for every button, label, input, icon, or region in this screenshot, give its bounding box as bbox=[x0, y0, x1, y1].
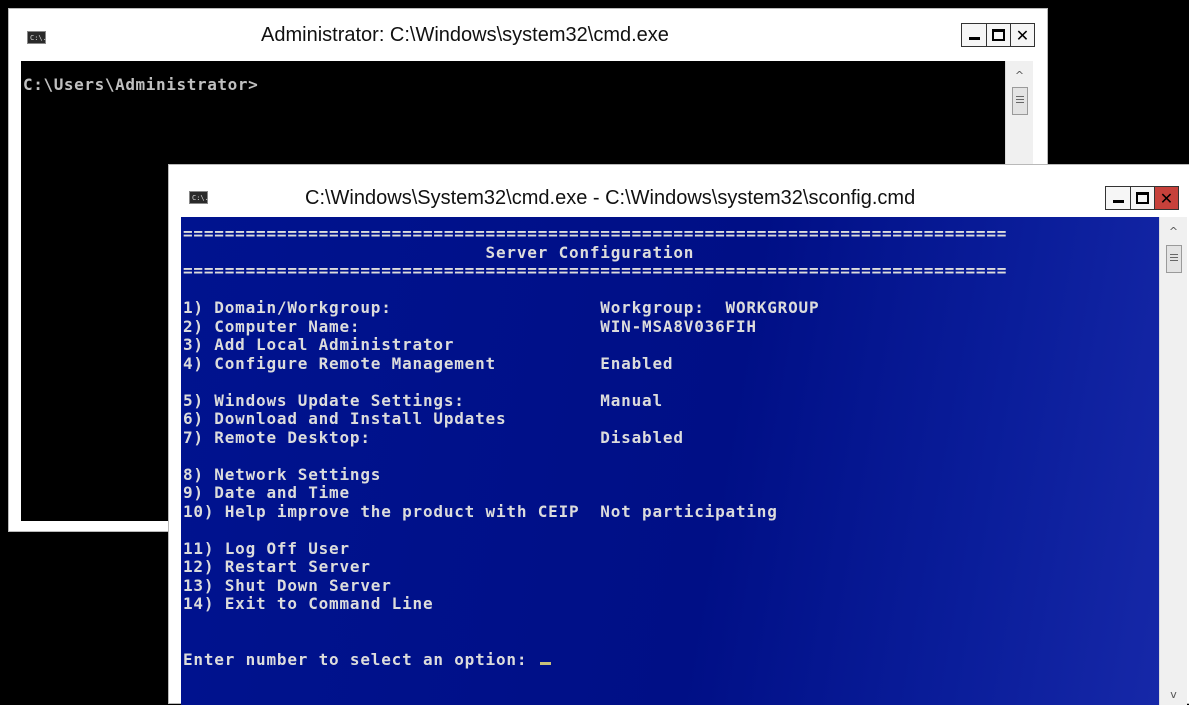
window-controls: ✕ bbox=[961, 23, 1035, 47]
sconfig-window[interactable]: C:\. C:\Windows\System32\cmd.exe - C:\Wi… bbox=[168, 164, 1189, 705]
title-bar[interactable]: C:\. C:\Windows\System32\cmd.exe - C:\Wi… bbox=[169, 165, 1189, 217]
console-line: Server Configuration bbox=[183, 242, 695, 262]
close-icon: ✕ bbox=[1159, 188, 1174, 208]
console-line: 6) Download and Install Updates bbox=[183, 409, 507, 428]
text-cursor bbox=[539, 661, 551, 665]
cmd-console-icon[interactable]: C:\. bbox=[189, 191, 209, 204]
window-title: Administrator: C:\Windows\system32\cmd.e… bbox=[261, 24, 669, 46]
close-icon: ✕ bbox=[1015, 25, 1030, 45]
console-line: 11) Log Off User bbox=[183, 538, 350, 558]
scroll-up-icon[interactable]: ^ bbox=[1006, 69, 1033, 82]
console-line: 5) Windows Update Settings: Manual bbox=[183, 390, 663, 410]
vertical-scrollbar[interactable]: ^ v bbox=[1159, 217, 1187, 705]
console-prompt: C:\Users\Administrator> bbox=[23, 75, 259, 94]
console-line: 2) Computer Name: WIN-MSA8V036FIH bbox=[183, 316, 757, 336]
console-area[interactable]: ========================================… bbox=[181, 217, 1159, 705]
console-line: 9) Date and Time bbox=[183, 483, 350, 502]
console-line: 1) Domain/Workgroup: Workgroup: WORKGROU… bbox=[183, 298, 820, 317]
console-line: 12) Restart Server bbox=[183, 557, 371, 576]
window-title: C:\Windows\System32\cmd.exe - C:\Windows… bbox=[305, 187, 916, 209]
maximize-button[interactable] bbox=[986, 24, 1010, 46]
minimize-button[interactable] bbox=[1106, 187, 1130, 209]
minimize-icon bbox=[968, 37, 980, 40]
maximize-icon bbox=[1136, 192, 1149, 204]
window-controls: ✕ bbox=[1105, 186, 1179, 210]
cmd-console-icon[interactable]: C:\. bbox=[27, 31, 47, 44]
console-line: 8) Network Settings bbox=[183, 464, 382, 484]
maximize-button[interactable] bbox=[1130, 187, 1154, 209]
scroll-thumb[interactable] bbox=[1012, 87, 1028, 115]
console-line: 7) Remote Desktop: Disabled bbox=[183, 427, 684, 447]
maximize-icon bbox=[992, 29, 1005, 41]
scroll-up-icon[interactable]: ^ bbox=[1160, 225, 1187, 238]
title-bar[interactable]: C:\. Administrator: C:\Windows\system32\… bbox=[9, 9, 1047, 61]
minimize-button[interactable] bbox=[962, 24, 986, 46]
console-line: 3) Add Local Administrator bbox=[183, 335, 455, 354]
console-line: Enter number to select an option: bbox=[183, 650, 1007, 670]
scroll-down-icon[interactable]: v bbox=[1160, 688, 1187, 701]
minimize-icon bbox=[1112, 200, 1124, 203]
console-line: 10) Help improve the product with CEIP N… bbox=[183, 501, 778, 521]
console-line: 14) Exit to Command Line bbox=[183, 594, 434, 613]
sconfig-menu: ========================================… bbox=[183, 224, 1008, 670]
close-button[interactable]: ✕ bbox=[1154, 187, 1178, 209]
console-line: 13) Shut Down Server bbox=[183, 575, 392, 595]
close-button[interactable]: ✕ bbox=[1010, 24, 1034, 46]
console-line: 4) Configure Remote Management Enabled bbox=[183, 353, 674, 373]
console-line: ========================================… bbox=[183, 261, 1008, 280]
console-line: ========================================… bbox=[183, 224, 1008, 243]
scroll-thumb[interactable] bbox=[1166, 245, 1182, 273]
